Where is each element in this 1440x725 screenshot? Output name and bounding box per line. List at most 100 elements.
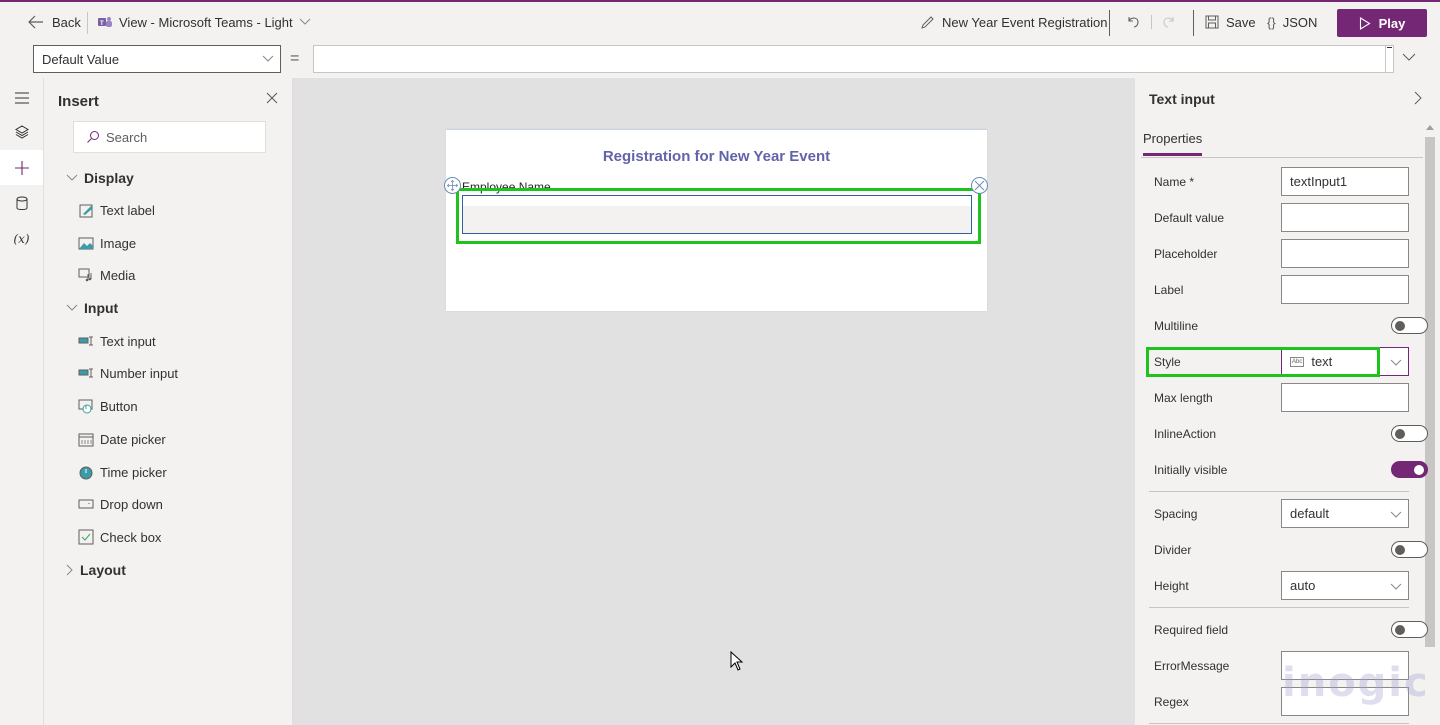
- scroll-up-icon[interactable]: [1426, 125, 1434, 130]
- separator: [1109, 10, 1110, 36]
- prop-row-multiline: Multiline: [1154, 311, 1428, 341]
- svg-text:T: T: [100, 21, 104, 27]
- insert-item-text-input[interactable]: Text input: [78, 330, 156, 352]
- scroll-thumb[interactable]: [1425, 137, 1435, 647]
- item-label: Time picker: [100, 464, 167, 480]
- prop-label: InlineAction: [1154, 427, 1217, 441]
- variable-icon: (x): [13, 231, 30, 246]
- separator: [87, 12, 88, 34]
- insert-item-button[interactable]: Button: [78, 395, 138, 417]
- save-button[interactable]: Save: [1205, 2, 1256, 42]
- inline-action-toggle[interactable]: [1391, 425, 1428, 442]
- image-icon: [78, 237, 94, 249]
- required-field-toggle[interactable]: [1391, 621, 1428, 638]
- insert-item-drop-down[interactable]: Drop down: [78, 493, 163, 515]
- rail-item-variables[interactable]: (x): [0, 221, 43, 256]
- insert-item-media[interactable]: Media: [78, 264, 135, 286]
- group-input[interactable]: Input: [66, 297, 118, 319]
- rail-item-layers[interactable]: [0, 114, 43, 149]
- regex-field[interactable]: [1281, 687, 1409, 716]
- plus-icon: [14, 160, 29, 175]
- insert-title: Insert: [58, 93, 99, 110]
- save-label: Save: [1226, 14, 1256, 30]
- insert-item-number-input[interactable]: Number input: [78, 362, 178, 384]
- default-value-field[interactable]: [1281, 203, 1409, 232]
- left-rail: (x): [0, 78, 44, 725]
- spacing-value: default: [1290, 506, 1330, 521]
- button-icon: [78, 399, 93, 414]
- layers-icon: [14, 124, 29, 139]
- tab-properties[interactable]: Properties: [1143, 131, 1203, 156]
- chevron-down-icon: [66, 304, 78, 311]
- formula-input[interactable]: [313, 45, 1394, 73]
- tab-divider: [1141, 157, 1423, 158]
- property-selected: Default Value: [42, 51, 120, 67]
- group-layout[interactable]: Layout: [66, 559, 126, 581]
- move-handle[interactable]: [444, 177, 461, 194]
- height-dropdown[interactable]: auto: [1281, 571, 1409, 600]
- rail-item-menu[interactable]: [0, 80, 43, 115]
- formula-resize-handle[interactable]: [1385, 46, 1393, 72]
- item-label: Button: [100, 398, 138, 414]
- error-message-field[interactable]: [1281, 651, 1409, 680]
- style-dropdown[interactable]: Abc text: [1281, 347, 1409, 376]
- prop-label: ErrorMessage: [1154, 659, 1230, 673]
- property-dropdown[interactable]: Default Value: [33, 45, 281, 73]
- chevron-right-icon: [66, 564, 73, 576]
- pencil-icon: [921, 15, 934, 29]
- initially-visible-toggle[interactable]: [1391, 461, 1428, 478]
- adaptive-card-preview: Registration for New Year Event Employee…: [444, 129, 988, 311]
- card-title: Registration for New Year Event: [602, 148, 831, 165]
- label-field[interactable]: [1281, 275, 1409, 304]
- play-button[interactable]: Play: [1337, 9, 1427, 37]
- teams-icon: T: [98, 17, 112, 27]
- search-input[interactable]: Search: [73, 121, 266, 153]
- insert-item-check-box[interactable]: Check box: [78, 526, 161, 548]
- chevron-right-icon[interactable]: [1413, 90, 1423, 106]
- section-divider: [1149, 607, 1409, 608]
- divider-toggle[interactable]: [1391, 541, 1428, 558]
- name-field[interactable]: textInput1: [1281, 167, 1409, 196]
- play-label: Play: [1378, 15, 1406, 31]
- rail-item-data[interactable]: [0, 186, 43, 221]
- multiline-toggle[interactable]: [1391, 317, 1428, 334]
- close-icon: [974, 180, 985, 191]
- insert-item-text-label[interactable]: Text label: [78, 199, 155, 221]
- play-icon: [1359, 16, 1371, 30]
- insert-item-date-picker[interactable]: Date picker: [78, 428, 166, 450]
- prop-row-spacing: Spacing default: [1154, 499, 1409, 529]
- redo-icon: [1163, 17, 1174, 28]
- top-bar: Back T View - Microsoft Teams - Light Ne…: [0, 2, 1440, 42]
- group-display[interactable]: Display: [66, 167, 134, 189]
- spacing-dropdown[interactable]: default: [1281, 499, 1409, 528]
- height-value: auto: [1290, 578, 1316, 593]
- abc-icon: Abc: [1290, 356, 1305, 367]
- prop-label: Spacing: [1154, 507, 1198, 521]
- item-label: Text label: [100, 202, 155, 218]
- separator: [1151, 15, 1152, 29]
- chevron-down-icon: [66, 174, 78, 181]
- expand-formula-icon[interactable]: [1401, 50, 1417, 64]
- prop-label: Default value: [1154, 211, 1225, 225]
- rail-item-insert[interactable]: [0, 150, 43, 185]
- card-name-button[interactable]: New Year Event Registration: [920, 2, 1107, 42]
- max-length-field[interactable]: [1281, 383, 1409, 412]
- back-button[interactable]: Back: [28, 2, 81, 42]
- design-canvas[interactable]: Registration for New Year Event Employee…: [295, 78, 1135, 725]
- json-button[interactable]: {} JSON: [1267, 2, 1317, 42]
- redo-button[interactable]: [1162, 2, 1176, 42]
- prop-row-max-length: Max length: [1154, 383, 1409, 413]
- close-icon[interactable]: [265, 91, 279, 105]
- insert-item-time-picker[interactable]: Time picker: [78, 461, 167, 483]
- insert-item-image[interactable]: Image: [78, 232, 136, 254]
- delete-handle[interactable]: [971, 177, 988, 194]
- section-divider: [1149, 491, 1409, 492]
- view-dropdown[interactable]: T View - Microsoft Teams - Light: [97, 2, 311, 42]
- item-label: Text input: [100, 333, 156, 349]
- formula-bar: Default Value =: [0, 42, 1440, 78]
- back-label: Back: [52, 14, 81, 30]
- mouse-cursor-icon: [730, 651, 744, 671]
- placeholder-field[interactable]: [1281, 239, 1409, 268]
- undo-button[interactable]: [1126, 2, 1140, 42]
- section-divider: [1149, 723, 1409, 724]
